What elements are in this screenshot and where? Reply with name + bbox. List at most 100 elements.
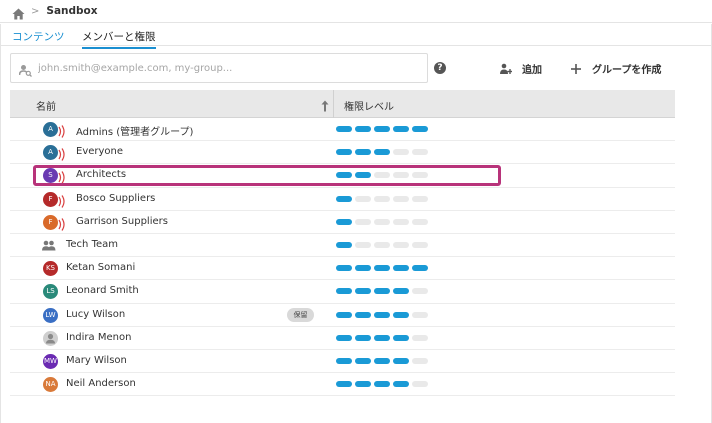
permission-level-segment[interactable] bbox=[393, 172, 409, 179]
permission-level-segment[interactable] bbox=[393, 195, 409, 202]
add-member-button[interactable]: 追加 bbox=[500, 61, 542, 76]
permission-level-segment[interactable] bbox=[355, 381, 371, 388]
permission-level-selector[interactable] bbox=[336, 149, 428, 156]
permission-level-segment[interactable] bbox=[393, 218, 409, 225]
permission-level-segment[interactable] bbox=[355, 172, 371, 179]
member-search bbox=[10, 53, 428, 83]
permission-level-segment[interactable] bbox=[374, 218, 390, 225]
permission-level-selector[interactable] bbox=[336, 195, 428, 202]
search-input[interactable] bbox=[38, 62, 418, 74]
permission-level-segment[interactable] bbox=[355, 218, 371, 225]
permission-level-segment[interactable] bbox=[336, 241, 352, 248]
permission-level-segment[interactable] bbox=[393, 241, 409, 248]
permission-level-segment[interactable] bbox=[393, 126, 409, 132]
permission-level-segment[interactable] bbox=[336, 381, 352, 388]
permission-level-selector[interactable] bbox=[336, 311, 428, 318]
permission-level-segment[interactable] bbox=[393, 311, 409, 318]
permission-level-segment[interactable] bbox=[412, 311, 428, 318]
permission-level-segment[interactable] bbox=[374, 381, 390, 388]
column-divider[interactable] bbox=[333, 90, 334, 118]
home-icon[interactable] bbox=[12, 5, 25, 20]
permission-level-selector[interactable] bbox=[336, 218, 428, 225]
permission-level-selector[interactable] bbox=[336, 288, 428, 295]
permission-level-segment[interactable] bbox=[374, 288, 390, 295]
help-icon[interactable]: ? bbox=[434, 62, 446, 74]
permission-level-segment[interactable] bbox=[412, 288, 428, 295]
avatar: NA bbox=[43, 377, 58, 393]
permission-level-selector[interactable] bbox=[336, 126, 428, 132]
table-row[interactable]: F Bosco Suppliers bbox=[10, 188, 675, 211]
table-row[interactable]: NA Neil Anderson bbox=[10, 373, 675, 397]
table-row[interactable]: A Admins (管理者グループ) bbox=[10, 118, 675, 142]
permission-level-selector[interactable] bbox=[336, 334, 428, 341]
permission-level-segment[interactable] bbox=[412, 126, 428, 132]
permission-level-segment[interactable] bbox=[412, 172, 428, 179]
permission-level-segment[interactable] bbox=[336, 218, 352, 225]
permission-level-selector[interactable] bbox=[336, 381, 428, 388]
permission-level-segment[interactable] bbox=[412, 381, 428, 388]
permission-level-segment[interactable] bbox=[393, 288, 409, 295]
permission-level-segment[interactable] bbox=[374, 126, 390, 132]
permission-level-segment[interactable] bbox=[355, 311, 371, 318]
permission-level-segment[interactable] bbox=[336, 149, 352, 156]
permission-level-segment[interactable] bbox=[412, 195, 428, 202]
create-group-button[interactable]: グループを作成 bbox=[570, 61, 661, 76]
team-icon bbox=[41, 238, 57, 257]
table-row[interactable]: LW Lucy Wilson 保留 bbox=[10, 304, 675, 327]
table-row[interactable]: MW Mary Wilson bbox=[10, 350, 675, 374]
permission-level-segment[interactable] bbox=[374, 357, 390, 364]
permission-level-segment[interactable] bbox=[412, 334, 428, 341]
permission-level-selector[interactable] bbox=[336, 172, 428, 179]
permission-level-segment[interactable] bbox=[374, 149, 390, 156]
permission-level-selector[interactable] bbox=[336, 357, 428, 364]
table-row[interactable]: F Garrison Suppliers bbox=[10, 211, 675, 234]
permission-level-segment[interactable] bbox=[412, 265, 428, 272]
permission-level-segment[interactable] bbox=[336, 195, 352, 202]
permission-level-segment[interactable] bbox=[393, 149, 409, 156]
table-row[interactable]: LS Leonard Smith bbox=[10, 280, 675, 304]
table-row[interactable]: Indira Menon bbox=[10, 327, 675, 350]
permission-level-segment[interactable] bbox=[374, 195, 390, 202]
permission-level-segment[interactable] bbox=[412, 149, 428, 156]
table-row[interactable]: Tech Team bbox=[10, 234, 675, 258]
permission-level-segment[interactable] bbox=[374, 334, 390, 341]
permission-level-segment[interactable] bbox=[336, 334, 352, 341]
permission-level-segment[interactable] bbox=[412, 218, 428, 225]
permission-level-segment[interactable] bbox=[374, 172, 390, 179]
tab-contents[interactable]: コンテンツ bbox=[12, 29, 65, 44]
permission-level-segment[interactable] bbox=[355, 195, 371, 202]
permission-level-segment[interactable] bbox=[393, 357, 409, 364]
permission-level-segment[interactable] bbox=[355, 357, 371, 364]
permission-level-segment[interactable] bbox=[336, 311, 352, 318]
sort-ascending-icon[interactable] bbox=[321, 97, 329, 112]
permission-level-segment[interactable] bbox=[355, 126, 371, 132]
tab-members-permissions[interactable]: メンバーと権限 bbox=[82, 29, 156, 49]
permission-level-selector[interactable] bbox=[336, 265, 428, 272]
permission-level-segment[interactable] bbox=[393, 381, 409, 388]
permission-level-segment[interactable] bbox=[336, 265, 352, 272]
permission-level-segment[interactable] bbox=[355, 288, 371, 295]
permission-level-segment[interactable] bbox=[336, 172, 352, 179]
permission-level-segment[interactable] bbox=[393, 334, 409, 341]
permission-level-segment[interactable] bbox=[355, 265, 371, 272]
permission-level-segment[interactable] bbox=[374, 311, 390, 318]
table-row[interactable]: S Architects bbox=[10, 164, 675, 188]
avatar: LS bbox=[43, 284, 58, 300]
column-header-name[interactable]: 名前 bbox=[36, 98, 56, 113]
permission-level-segment[interactable] bbox=[336, 288, 352, 295]
permission-level-segment[interactable] bbox=[412, 357, 428, 364]
column-header-permission-level[interactable]: 権限レベル bbox=[344, 98, 394, 113]
permission-level-segment[interactable] bbox=[336, 357, 352, 364]
table-row[interactable]: KS Ketan Somani bbox=[10, 257, 675, 281]
member-name: Lucy Wilson bbox=[66, 308, 126, 320]
permission-level-segment[interactable] bbox=[412, 241, 428, 248]
permission-level-segment[interactable] bbox=[355, 334, 371, 341]
table-row[interactable]: A Everyone bbox=[10, 141, 675, 165]
permission-level-selector[interactable] bbox=[336, 241, 428, 248]
permission-level-segment[interactable] bbox=[355, 149, 371, 156]
permission-level-segment[interactable] bbox=[393, 265, 409, 272]
permission-level-segment[interactable] bbox=[374, 241, 390, 248]
permission-level-segment[interactable] bbox=[374, 265, 390, 272]
permission-level-segment[interactable] bbox=[336, 126, 352, 132]
permission-level-segment[interactable] bbox=[355, 241, 371, 248]
